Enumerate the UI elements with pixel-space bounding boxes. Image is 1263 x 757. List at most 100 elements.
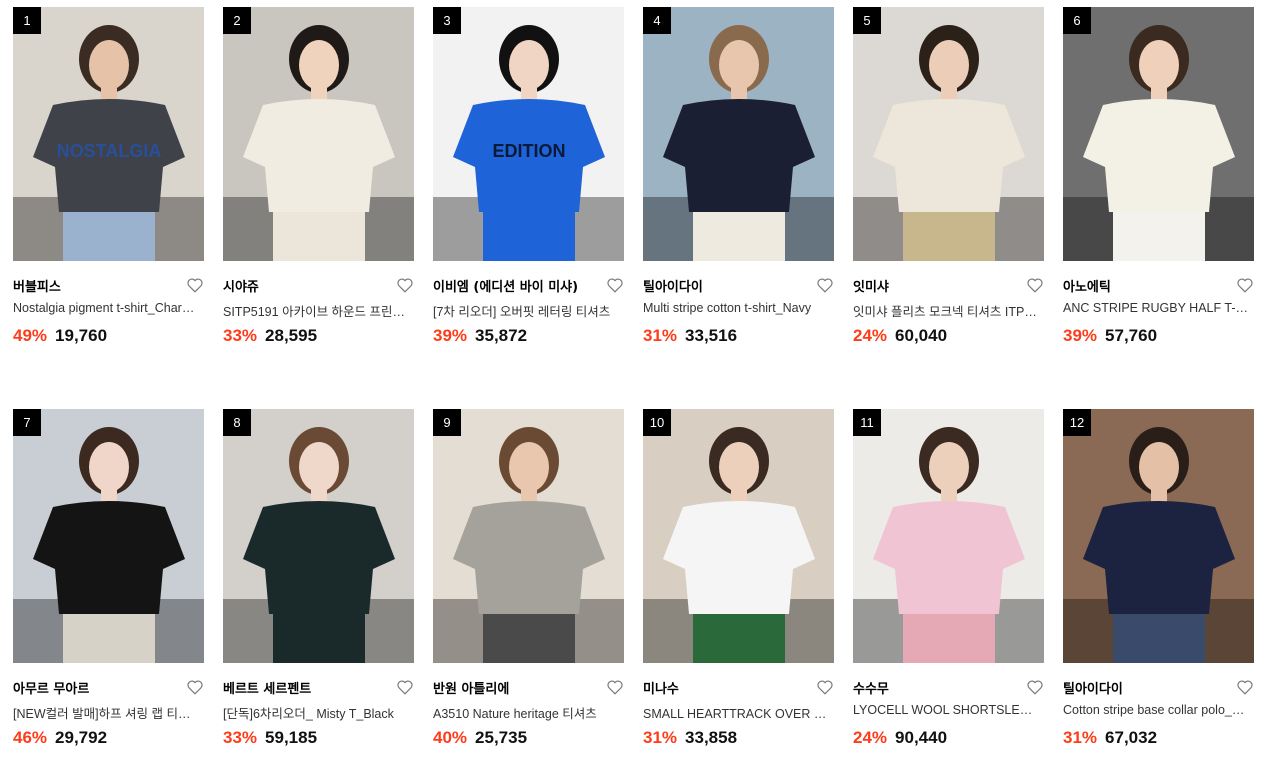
discount-rate: 24% [853,728,888,747]
heart-icon[interactable] [1026,276,1044,294]
product-card[interactable]: EDITION 3 이비엠 (에디션 바이 미샤) [7차 리오더] 오버핏 레… [433,7,624,347]
product-photo [223,409,414,663]
rank-badge: 11 [853,409,881,436]
brand-name[interactable]: 틸아이다이 [1063,678,1123,697]
product-name[interactable]: SMALL HEARTTRACK OVER 반팔티셔츠 [643,703,829,722]
product-image[interactable]: 4 [643,7,834,261]
discount-rate: 31% [643,728,678,747]
sale-price: 59,185 [265,728,318,747]
sale-price: 25,735 [475,728,528,747]
product-image[interactable]: EDITION 3 [433,7,624,261]
discount-rate: 33% [223,326,258,345]
brand-name[interactable]: 아노에틱 [1063,276,1111,295]
product-image[interactable]: 11 [853,409,1044,663]
product-photo: NOSTALGIA [13,7,204,261]
product-name[interactable]: LYOCELL WOOL SHORTSLEEVE PK T [853,703,1039,717]
product-name[interactable]: [NEW컬러 발매]하프 셔링 랩 티셔츠 [13,703,199,722]
product-card[interactable]: 4 틸아이다이 Multi stripe cotton t-shirt_Navy… [643,7,834,347]
brand-name[interactable]: 수수무 [853,678,889,697]
brand-name[interactable]: 이비엠 (에디션 바이 미샤) [433,276,578,295]
discount-rate: 39% [1063,326,1098,345]
sale-price: 60,040 [895,326,948,345]
rank-badge: 12 [1063,409,1091,436]
product-name[interactable]: A3510 Nature heritage 티셔츠 [433,703,619,722]
heart-icon[interactable] [1236,678,1254,696]
brand-name[interactable]: 시야쥬 [223,276,259,295]
heart-icon[interactable] [816,276,834,294]
product-name[interactable]: ANC STRIPE RUGBY HALF T-SHIRT [1063,301,1249,315]
product-image[interactable]: 9 [433,409,624,663]
product-image[interactable]: 12 [1063,409,1254,663]
product-card[interactable]: 9 반원 아틀리에 A3510 Nature heritage 티셔츠 40% … [433,409,624,749]
heart-icon[interactable] [606,276,624,294]
heart-icon[interactable] [396,276,414,294]
product-name[interactable]: SITP5191 아카이브 하운드 프린팅 티셔츠 [223,301,409,320]
sale-price: 29,792 [55,728,108,747]
rank-badge: 1 [13,7,41,34]
product-image[interactable]: 7 [13,409,204,663]
discount-rate: 39% [433,326,468,345]
product-name[interactable]: [단독]6차리오더_ Misty T_Black [223,703,409,722]
heart-icon[interactable] [186,678,204,696]
product-name[interactable]: [7차 리오더] 오버핏 레터링 티셔츠 [433,301,619,320]
product-card[interactable]: 5 잇미샤 잇미샤 플리츠 모크넥 티셔츠 ITP2S 24% 60,040 [853,7,1044,347]
discount-rate: 31% [643,326,678,345]
svg-text:EDITION: EDITION [492,141,565,161]
product-photo [223,7,414,261]
rank-badge: 6 [1063,7,1091,34]
heart-icon[interactable] [186,276,204,294]
discount-rate: 33% [223,728,258,747]
product-card[interactable]: 10 미나수 SMALL HEARTTRACK OVER 반팔티셔츠 31% 3… [643,409,834,749]
heart-icon[interactable] [816,678,834,696]
product-photo [643,7,834,261]
heart-icon[interactable] [1026,678,1044,696]
product-photo [13,409,204,663]
product-image[interactable]: 5 [853,7,1044,261]
rank-badge: 3 [433,7,461,34]
product-name[interactable]: Multi stripe cotton t-shirt_Navy [643,301,829,315]
brand-name[interactable]: 베르트 세르펜트 [223,678,311,697]
sale-price: 90,440 [895,728,948,747]
brand-name[interactable]: 미나수 [643,678,679,697]
product-card[interactable]: 6 아노에틱 ANC STRIPE RUGBY HALF T-SHIRT 39%… [1063,7,1254,347]
brand-name[interactable]: 버블피스 [13,276,61,295]
product-photo [1063,7,1254,261]
brand-name[interactable]: 아무르 무아르 [13,678,89,697]
brand-name[interactable]: 틸아이다이 [643,276,703,295]
product-name[interactable]: Cotton stripe base collar polo_Navy [1063,703,1249,717]
heart-icon[interactable] [606,678,624,696]
product-card[interactable]: 11 수수무 LYOCELL WOOL SHORTSLEEVE PK T 24%… [853,409,1044,749]
discount-rate: 49% [13,326,48,345]
sale-price: 57,760 [1105,326,1158,345]
sale-price: 19,760 [55,326,108,345]
product-card[interactable]: 7 아무르 무아르 [NEW컬러 발매]하프 셔링 랩 티셔츠 46% 29,7… [13,409,204,749]
product-photo: EDITION [433,7,624,261]
sale-price: 35,872 [475,326,528,345]
rank-badge: 9 [433,409,461,436]
product-card[interactable]: 8 베르트 세르펜트 [단독]6차리오더_ Misty T_Black 33% … [223,409,414,749]
svg-text:NOSTALGIA: NOSTALGIA [57,141,162,161]
product-name[interactable]: Nostalgia pigment t-shirt_Charcoal [13,301,199,315]
product-grid: NOSTALGIA 1 버블피스 Nostalgia pigment t-shi… [13,7,1254,749]
product-photo [853,409,1044,663]
heart-icon[interactable] [1236,276,1254,294]
sale-price: 28,595 [265,326,318,345]
brand-name[interactable]: 잇미샤 [853,276,889,295]
product-name[interactable]: 잇미샤 플리츠 모크넥 티셔츠 ITP2S [853,301,1039,320]
product-image[interactable]: 8 [223,409,414,663]
heart-icon[interactable] [396,678,414,696]
product-image[interactable]: NOSTALGIA 1 [13,7,204,261]
brand-name[interactable]: 반원 아틀리에 [433,678,509,697]
discount-rate: 40% [433,728,468,747]
product-image[interactable]: 10 [643,409,834,663]
rank-badge: 7 [13,409,41,436]
product-card[interactable]: 2 시야쥬 SITP5191 아카이브 하운드 프린팅 티셔츠 33% 28,5… [223,7,414,347]
product-photo [433,409,624,663]
sale-price: 33,858 [685,728,738,747]
product-image[interactable]: 2 [223,7,414,261]
rank-badge: 10 [643,409,671,436]
product-card[interactable]: NOSTALGIA 1 버블피스 Nostalgia pigment t-shi… [13,7,204,347]
product-image[interactable]: 6 [1063,7,1254,261]
rank-badge: 4 [643,7,671,34]
product-card[interactable]: 12 틸아이다이 Cotton stripe base collar polo_… [1063,409,1254,749]
